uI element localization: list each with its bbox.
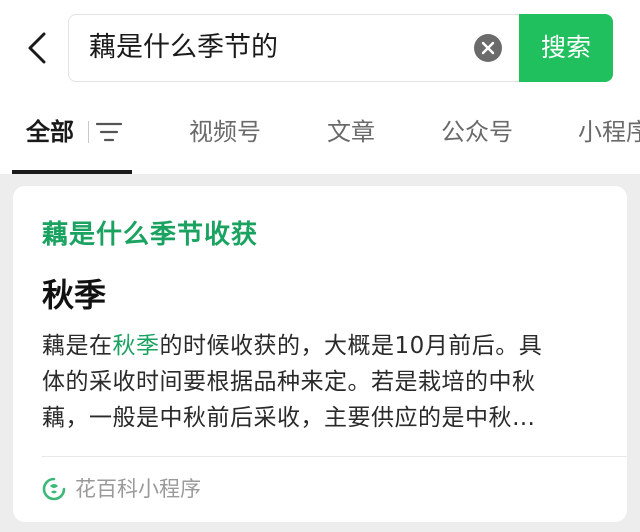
snippet-line-2: 体的采收时间要根据品种来定。若是栽培的中秋	[42, 369, 536, 395]
result-answer: 秋季	[42, 276, 107, 314]
tab-divider	[88, 121, 89, 143]
chevron-left-icon	[28, 32, 46, 64]
result-title[interactable]: 藕是什么季节收获	[42, 214, 258, 251]
snippet-text: 的时候收获的，大概是10月前后。具	[159, 333, 543, 359]
tab-articles[interactable]: 文章	[327, 100, 375, 164]
result-snippet: 藕是在秋季的时候收获的，大概是10月前后。具 体的采收时间要根据品种来定。若是栽…	[42, 328, 598, 436]
card-divider	[42, 456, 627, 457]
clear-circle-icon	[481, 41, 495, 55]
active-tab-indicator	[12, 170, 132, 174]
snippet-line-1: 藕是在秋季的时候收获的，大概是10月前后。具	[42, 328, 598, 364]
search-input[interactable]: 藕是什么季节的	[68, 14, 520, 82]
tab-channels[interactable]: 视频号	[189, 100, 261, 164]
filter-lines-icon[interactable]	[96, 120, 122, 144]
snippet-highlight: 秋季	[112, 333, 160, 359]
snippet-text: 藕是在	[42, 333, 113, 359]
mini-program-icon	[42, 477, 66, 501]
clear-button[interactable]	[474, 34, 502, 62]
back-button[interactable]	[22, 30, 52, 66]
result-tabs: 全部 视频号 文章 公众号 小程序	[0, 100, 640, 174]
snippet-line-3: 藕，一般是中秋前后采收，主要供应的是中秋…	[42, 405, 536, 431]
tab-mini-programs[interactable]: 小程序	[578, 100, 640, 164]
result-card[interactable]: 藕是什么季节收获 秋季 藕是在秋季的时候收获的，大概是10月前后。具 体的采收时…	[13, 186, 627, 522]
tab-all[interactable]: 全部	[26, 100, 74, 164]
top-bar: 藕是什么季节的 搜索 全部 视频号 文章 公众号 小程序	[0, 0, 640, 174]
tab-official-accounts[interactable]: 公众号	[441, 100, 513, 164]
source-name: 花百科小程序	[75, 477, 201, 501]
search-button[interactable]: 搜索	[519, 14, 613, 82]
search-query-text: 藕是什么季节的	[89, 32, 278, 63]
